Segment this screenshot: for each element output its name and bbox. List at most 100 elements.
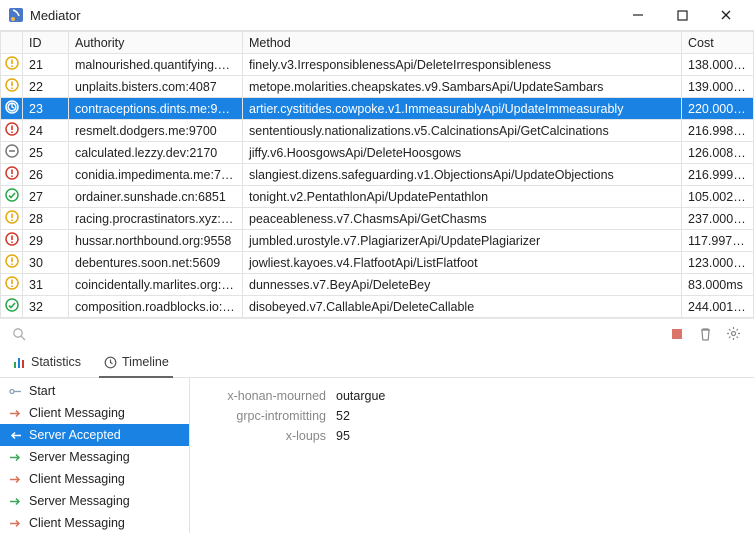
cell-authority: debentures.soon.net:5609 (69, 252, 243, 274)
table-row[interactable]: 25calculated.lezzy.dev:2170jiffy.v6.Hoos… (1, 142, 754, 164)
minimize-button[interactable] (616, 1, 660, 29)
table-row[interactable]: 26conidia.impedimenta.me:7273slangiest.d… (1, 164, 754, 186)
table-row[interactable]: 28racing.procrastinators.xyz:8626peaceab… (1, 208, 754, 230)
sidebar-item[interactable]: Start (0, 380, 189, 402)
cell-id: 26 (23, 164, 69, 186)
detail-value: 95 (336, 429, 350, 443)
sidebar-item-label: Client Messaging (29, 516, 125, 530)
cell-id: 23 (23, 98, 69, 120)
header-authority[interactable]: Authority (69, 32, 243, 54)
cell-method: jowliest.kayoes.v4.FlatfootApi/ListFlatf… (243, 252, 682, 274)
toolbar (0, 318, 754, 348)
close-button[interactable] (704, 1, 748, 29)
search-icon[interactable] (10, 325, 28, 343)
cell-id: 31 (23, 274, 69, 296)
tab-timeline-label: Timeline (122, 355, 169, 369)
stop-record-icon[interactable] (666, 323, 688, 345)
table-row[interactable]: 24resmelt.dodgers.me:9700sententiously.n… (1, 120, 754, 142)
cell-id: 21 (23, 54, 69, 76)
cell-id: 28 (23, 208, 69, 230)
cell-cost: 139.000ms (682, 76, 754, 98)
detail-panel: x-honan-mournedoutarguegrpc-intromitting… (190, 378, 754, 533)
cell-authority: coincidentally.marlites.org:227 (69, 274, 243, 296)
cell-authority: contraceptions.dints.me:9324 (69, 98, 243, 120)
detail-tabs: Statistics Timeline (0, 348, 754, 378)
cell-cost: 105.002ms (682, 186, 754, 208)
status-icon (1, 120, 23, 142)
cell-cost: 126.008ms (682, 142, 754, 164)
tab-timeline[interactable]: Timeline (101, 347, 171, 377)
detail-row: x-loups95 (206, 426, 738, 446)
status-icon (1, 76, 23, 98)
app-icon (8, 7, 24, 23)
detail-row: x-honan-mournedoutargue (206, 386, 738, 406)
window-title: Mediator (30, 8, 616, 23)
table-row[interactable]: 22unplaits.bisters.com:4087metope.molari… (1, 76, 754, 98)
cell-method: artier.cystitides.cowpoke.v1.Immeasurabl… (243, 98, 682, 120)
sidebar-item[interactable]: Server Messaging (0, 490, 189, 512)
status-icon (1, 296, 23, 318)
cell-cost: 83.000ms (682, 274, 754, 296)
cell-cost: 117.997ms (682, 230, 754, 252)
cell-method: sententiously.nationalizations.v5.Calcin… (243, 120, 682, 142)
sidebar-item-label: Client Messaging (29, 406, 125, 420)
tab-statistics-label: Statistics (31, 355, 81, 369)
table-row[interactable]: 23contraceptions.dints.me:9324artier.cys… (1, 98, 754, 120)
header-id[interactable]: ID (23, 32, 69, 54)
cell-id: 24 (23, 120, 69, 142)
cell-method: tonight.v2.PentathlonApi/UpdatePentathlo… (243, 186, 682, 208)
status-icon (1, 186, 23, 208)
arrow-icon (8, 472, 22, 486)
status-icon (1, 142, 23, 164)
table-row[interactable]: 32composition.roadblocks.io:544disobeyed… (1, 296, 754, 318)
header-status[interactable] (1, 32, 23, 54)
clock-icon (103, 355, 117, 369)
table-row[interactable]: 27ordainer.sunshade.cn:6851tonight.v2.Pe… (1, 186, 754, 208)
table-row[interactable]: 21malnourished.quantifying.xyz:6finely.v… (1, 54, 754, 76)
cell-cost: 216.999ms (682, 164, 754, 186)
cell-authority: malnourished.quantifying.xyz:6 (69, 54, 243, 76)
cell-authority: calculated.lezzy.dev:2170 (69, 142, 243, 164)
status-icon (1, 208, 23, 230)
detail-key: x-honan-mourned (206, 389, 336, 403)
trash-icon[interactable] (694, 323, 716, 345)
cell-authority: composition.roadblocks.io:544 (69, 296, 243, 318)
header-cost[interactable]: Cost (682, 32, 754, 54)
cell-method: finely.v3.IrresponsiblenessApi/DeleteIrr… (243, 54, 682, 76)
detail-key: x-loups (206, 429, 336, 443)
cell-authority: hussar.northbound.org:9558 (69, 230, 243, 252)
table-header-row: ID Authority Method Cost (1, 32, 754, 54)
status-icon (1, 54, 23, 76)
table-row[interactable]: 31coincidentally.marlites.org:227dunness… (1, 274, 754, 296)
status-icon (1, 252, 23, 274)
cell-cost: 220.000ms (682, 98, 754, 120)
cell-method: peaceableness.v7.ChasmsApi/GetChasms (243, 208, 682, 230)
cell-method: disobeyed.v7.CallableApi/DeleteCallable (243, 296, 682, 318)
tab-statistics[interactable]: Statistics (10, 347, 83, 377)
cell-authority: unplaits.bisters.com:4087 (69, 76, 243, 98)
sidebar-item[interactable]: Client Messaging (0, 512, 189, 533)
cell-method: jiffy.v6.HoosgowsApi/DeleteHoosgows (243, 142, 682, 164)
table-row[interactable]: 30debentures.soon.net:5609jowliest.kayoe… (1, 252, 754, 274)
detail-row: grpc-intromitting52 (206, 406, 738, 426)
sidebar-item[interactable]: Client Messaging (0, 468, 189, 490)
arrow-icon (8, 406, 22, 420)
detail-key: grpc-intromitting (206, 409, 336, 423)
sidebar-item-label: Client Messaging (29, 472, 125, 486)
cell-method: jumbled.urostyle.v7.PlagiarizerApi/Updat… (243, 230, 682, 252)
sidebar-item[interactable]: Server Messaging (0, 446, 189, 468)
sidebar-item[interactable]: Server Accepted (0, 424, 189, 446)
header-method[interactable]: Method (243, 32, 682, 54)
cell-method: dunnesses.v7.BeyApi/DeleteBey (243, 274, 682, 296)
maximize-button[interactable] (660, 1, 704, 29)
status-icon (1, 98, 23, 120)
gear-icon[interactable] (722, 323, 744, 345)
sidebar-item[interactable]: Client Messaging (0, 402, 189, 424)
cell-id: 27 (23, 186, 69, 208)
cell-cost: 138.000ms (682, 54, 754, 76)
cell-id: 22 (23, 76, 69, 98)
title-bar: Mediator (0, 0, 754, 30)
cell-id: 25 (23, 142, 69, 164)
arrow-icon (8, 428, 22, 442)
table-row[interactable]: 29hussar.northbound.org:9558jumbled.uros… (1, 230, 754, 252)
